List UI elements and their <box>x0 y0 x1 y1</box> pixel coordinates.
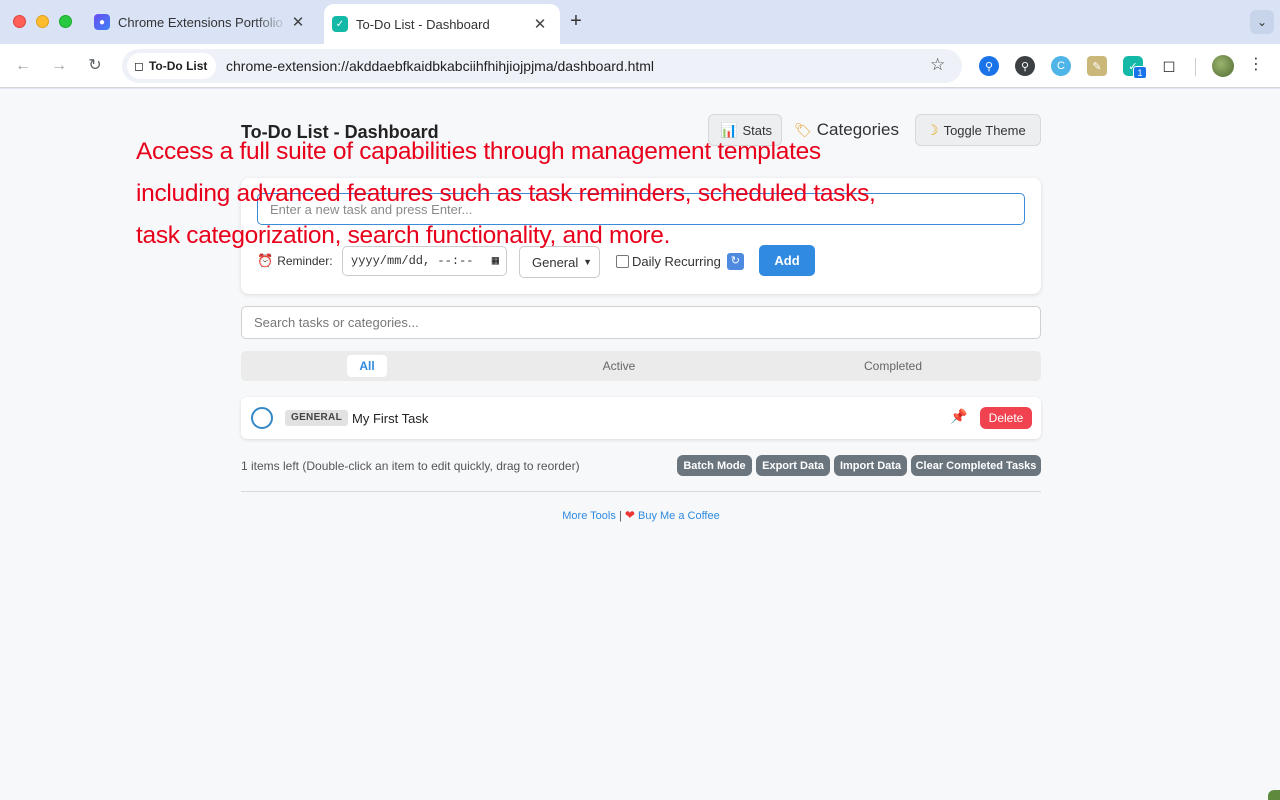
delete-task-button[interactable]: Delete <box>980 407 1032 429</box>
extension-magnifier-icon[interactable]: ⚲ <box>1015 56 1035 76</box>
toggle-theme-label: Toggle Theme <box>943 122 1026 138</box>
reload-icon[interactable]: ↻ <box>84 55 106 77</box>
more-tools-link[interactable]: More Tools <box>562 510 616 522</box>
tab-title: To-Do List - Dashboard <box>356 16 490 32</box>
filter-tab-active[interactable]: Active <box>591 355 647 377</box>
close-icon[interactable]: ✕ <box>530 15 550 33</box>
close-window-button[interactable] <box>13 15 26 28</box>
task-complete-toggle[interactable] <box>251 407 273 429</box>
address-bar[interactable]: ◻ To-Do List chrome-extension://akddaebf… <box>122 49 962 83</box>
extension-pencil-icon[interactable]: ✎ <box>1087 56 1107 76</box>
extensions-puzzle-icon[interactable]: ◻ <box>1159 56 1179 76</box>
heart-icon: ❤ <box>624 508 635 522</box>
chip-label: To-Do List <box>148 59 208 73</box>
overlay-line: including advanced features such as task… <box>136 180 876 207</box>
batch-mode-button[interactable]: Batch Mode <box>677 455 752 476</box>
portfolio-favicon-icon: ● <box>94 14 110 30</box>
extension-c-icon[interactable]: C <box>1051 56 1071 76</box>
back-arrow-icon[interactable]: ← <box>12 55 34 77</box>
pin-icon[interactable]: 📌 <box>950 408 967 425</box>
task-text[interactable]: My First Task <box>352 411 428 426</box>
task-item[interactable]: GENERAL My First Task 📌 Delete <box>241 397 1041 439</box>
profile-avatar[interactable] <box>1212 55 1234 77</box>
browser-menu-icon[interactable]: ⋮ <box>1248 54 1264 76</box>
tab-search-chevron-icon[interactable]: ⌄ <box>1250 10 1274 34</box>
filter-tab-all[interactable]: All <box>347 355 387 377</box>
browser-toolbar: ← → ↻ ◻ To-Do List chrome-extension://ak… <box>0 44 1280 88</box>
tab-chrome-extensions-portfolio[interactable]: ● Chrome Extensions Portfolio | ✕ <box>86 6 318 38</box>
chevron-down-icon: ▼ <box>583 257 592 267</box>
close-icon[interactable]: ✕ <box>288 13 308 31</box>
search-input[interactable] <box>241 306 1041 339</box>
footer-separator: | <box>618 510 622 522</box>
desktop-wallpaper-corner <box>1268 790 1280 800</box>
tab-title: Chrome Extensions Portfolio | <box>118 14 288 30</box>
overlay-line: Access a full suite of capabilities thro… <box>136 138 821 165</box>
footer-divider <box>241 491 1041 492</box>
export-data-button[interactable]: Export Data <box>756 455 830 476</box>
forward-arrow-icon[interactable]: → <box>48 55 70 77</box>
footer: More Tools | ❤ Buy Me a Coffee <box>241 508 1041 522</box>
moon-icon: ☽ <box>926 121 939 138</box>
items-left-text: 1 items left (Double-click an item to ed… <box>241 459 580 473</box>
clear-completed-button[interactable]: Clear Completed Tasks <box>911 455 1041 476</box>
import-data-button[interactable]: Import Data <box>834 455 907 476</box>
filter-tabs: All Active Completed <box>241 351 1041 381</box>
new-tab-button[interactable]: + <box>566 10 586 33</box>
url-text[interactable]: chrome-extension://akddaebfkaidbkabciihf… <box>226 58 654 74</box>
filter-tab-completed[interactable]: Completed <box>855 355 931 377</box>
task-category-badge: GENERAL <box>285 410 348 426</box>
tab-strip: ● Chrome Extensions Portfolio | ✕ ✓ To-D… <box>0 0 1280 44</box>
todo-favicon-icon: ✓ <box>332 16 348 32</box>
tab-todo-dashboard[interactable]: ✓ To-Do List - Dashboard ✕ <box>324 4 560 44</box>
toolbar-divider <box>1195 58 1196 76</box>
minimize-window-button[interactable] <box>36 15 49 28</box>
extension-site-chip[interactable]: ◻ To-Do List <box>127 53 217 79</box>
overlay-line: task categorization, search functionalit… <box>136 222 671 249</box>
puzzle-icon: ◻ <box>134 59 144 73</box>
promo-overlay-text: Access a full suite of capabilities thro… <box>136 131 916 257</box>
buy-me-a-coffee-link[interactable]: Buy Me a Coffee <box>638 510 720 522</box>
extension-search-icon[interactable]: ⚲ <box>979 56 999 76</box>
zoom-window-button[interactable] <box>59 15 72 28</box>
extension-badge: 1 <box>1133 66 1147 79</box>
toggle-theme-button[interactable]: ☽ Toggle Theme <box>915 114 1041 146</box>
bookmark-star-icon[interactable]: ☆ <box>930 55 945 75</box>
